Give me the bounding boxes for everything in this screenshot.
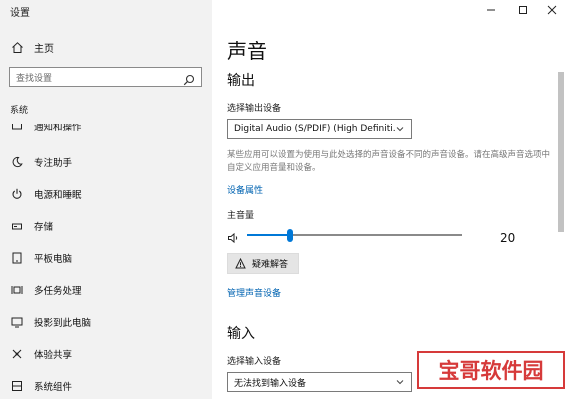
svg-text:宝哥软件园: 宝哥软件园 [439, 359, 544, 383]
volume-value: 20 [500, 231, 516, 245]
manage-sound-devices-link[interactable]: 管理声音设备 [227, 286, 281, 299]
input-device-dropdown[interactable]: 无法找到输入设备 [227, 372, 412, 392]
sidebar-item-label: 专注助手 [34, 158, 73, 169]
troubleshoot-button[interactable]: 疑难解答 [227, 253, 299, 274]
volume-track[interactable] [247, 229, 462, 242]
sidebar-item-label: 平板电脑 [34, 254, 73, 265]
projector-icon [10, 315, 24, 329]
window-title: 设置 [10, 8, 30, 19]
sidebar-item-label: 系统组件 [34, 382, 73, 393]
page-title: 声音 [227, 39, 267, 63]
sidebar-item-multitasking[interactable]: 多任务处理 [10, 282, 82, 298]
master-volume-slider[interactable] [227, 226, 527, 246]
watermark-text-image: 宝哥软件园 [439, 359, 544, 383]
sidebar-item-notifications[interactable]: 通知和操作 [10, 124, 82, 134]
sidebar-nav-list: 通知和操作 专注助手 电源和睡眠 存储 平板电脑 多任务处理 投影到此电脑 体验… [0, 124, 212, 399]
volume-fill [247, 234, 290, 236]
sidebar-item-power-sleep[interactable]: 电源和睡眠 [10, 186, 82, 202]
moon-icon [10, 155, 24, 169]
sidebar-item-shared-experiences[interactable]: 体验共享 [10, 346, 72, 362]
output-description: 某些应用可以设置为使用与此处选择的声音设备不同的声音设备。请在高级声音选项中自定… [227, 150, 551, 173]
content-scrollbar[interactable] [557, 64, 565, 399]
sidebar-item-storage[interactable]: 存储 [10, 218, 53, 234]
input-device-value: 无法找到输入设备 [234, 378, 307, 389]
sidebar-item-label: 多任务处理 [34, 286, 82, 297]
close-icon[interactable] [544, 3, 560, 17]
content-pane: 声音 输出 选择输出设备 Digital Audio (S/PDIF) (Hig… [212, 0, 569, 399]
sidebar-item-system-components[interactable]: 系统组件 [10, 378, 72, 394]
watermark-logo: 宝哥软件园 [417, 351, 565, 389]
troubleshoot-label: 疑难解答 [252, 260, 289, 270]
sidebar: 设置 主页 查找设置 系统 通知和操作 专注助手 电源和睡眠 存储 平板电脑 多… [0, 0, 212, 399]
minimize-icon[interactable] [483, 3, 499, 17]
sidebar-item-tablet[interactable]: 平板电脑 [10, 250, 72, 266]
power-icon [10, 187, 24, 201]
output-device-label: 选择输出设备 [227, 104, 282, 114]
volume-thumb[interactable] [287, 229, 293, 242]
tablet-icon [10, 251, 24, 265]
home-nav-item[interactable]: 主页 [10, 40, 54, 55]
chevron-down-icon [395, 377, 405, 387]
sidebar-item-label: 投影到此电脑 [34, 318, 92, 329]
storage-icon [10, 219, 24, 233]
sidebar-item-label: 体验共享 [34, 350, 73, 361]
multitasking-icon [10, 283, 24, 297]
input-heading: 输入 [227, 326, 255, 342]
output-device-dropdown[interactable]: Digital Audio (S/PDIF) (High Definiti... [227, 119, 412, 139]
search-placeholder: 查找设置 [16, 73, 53, 84]
scroll-up-icon[interactable] [557, 64, 565, 77]
sidebar-item-label: 电源和睡眠 [34, 190, 82, 201]
section-header-system: 系统 [10, 106, 29, 116]
output-heading: 输出 [227, 73, 255, 89]
maximize-icon[interactable] [515, 3, 531, 17]
components-icon [10, 379, 24, 393]
notification-icon [10, 124, 24, 133]
sidebar-item-label: 存储 [34, 222, 54, 233]
search-icon[interactable] [183, 71, 195, 86]
speaker-icon[interactable] [227, 229, 239, 244]
home-icon [10, 41, 24, 55]
warning-icon [235, 257, 246, 269]
search-input[interactable]: 查找设置 [9, 67, 202, 87]
chevron-down-icon [395, 124, 405, 134]
home-label: 主页 [34, 44, 54, 55]
sidebar-item-project[interactable]: 投影到此电脑 [10, 314, 91, 330]
input-device-label: 选择输入设备 [227, 357, 282, 367]
scrollbar-thumb[interactable] [558, 72, 564, 232]
device-properties-link[interactable]: 设备属性 [227, 183, 263, 196]
sidebar-item-focus-assist[interactable]: 专注助手 [10, 154, 72, 170]
sidebar-item-label: 通知和操作 [34, 124, 82, 133]
master-volume-label: 主音量 [227, 211, 255, 221]
shared-experience-icon [10, 347, 24, 361]
output-device-value: Digital Audio (S/PDIF) (High Definiti... [234, 124, 395, 134]
